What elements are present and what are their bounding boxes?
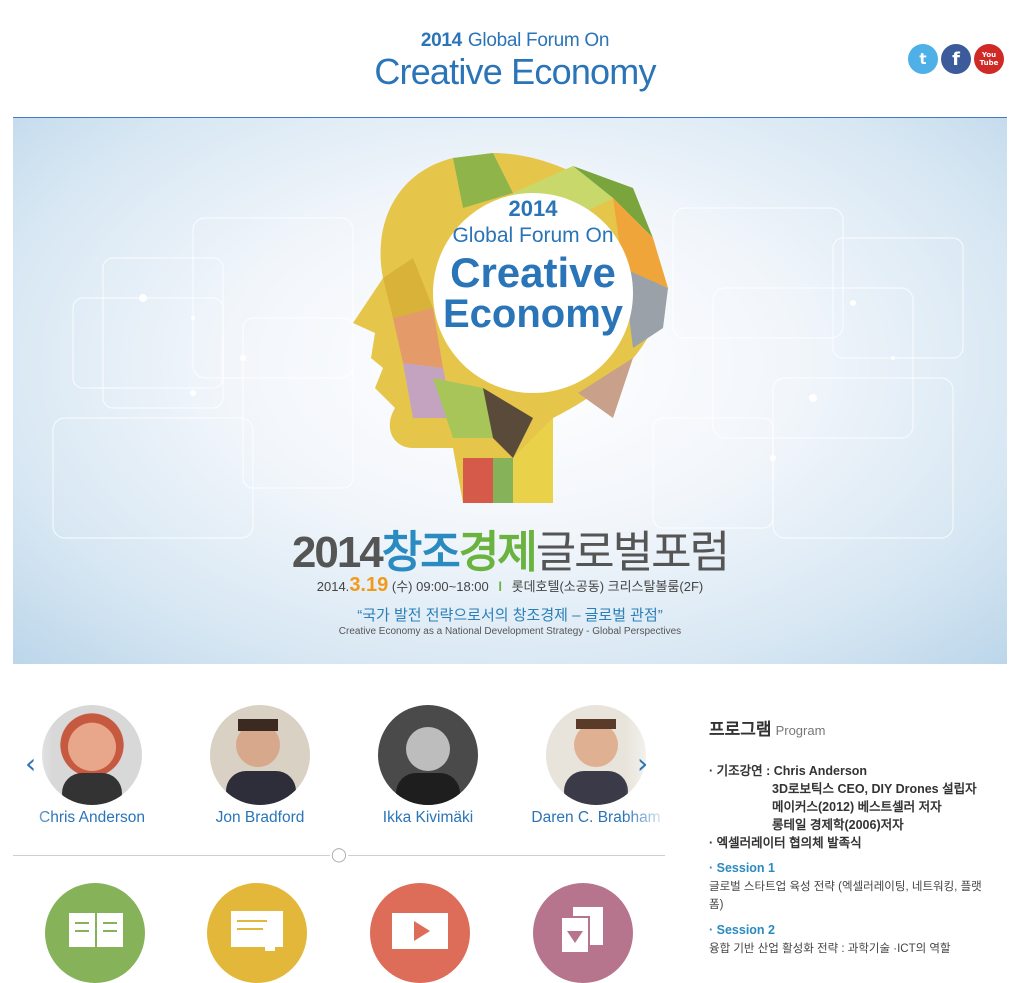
twitter-icon[interactable]: t: [908, 44, 938, 74]
presentation-glyph: [231, 911, 283, 951]
keynote-line: 롱테일 경제학(2006)저자: [772, 818, 904, 832]
video-icon[interactable]: [370, 883, 470, 983]
facebook-icon[interactable]: f: [941, 44, 971, 74]
main-banner[interactable]: 2014 Global Forum On Creative Economy 20…: [13, 118, 1007, 664]
program-panel: 프로그램 Program · 기조강연 : Chris Anderson 3D로보…: [709, 715, 1009, 958]
carousel-next-arrow-icon[interactable]: ›: [637, 747, 648, 780]
speaker-portrait: [62, 723, 122, 805]
session-desc: 융합 기반 산업 활성화 전략 : 과학기술 ·ICT의 역할: [709, 943, 951, 955]
youtube-icon[interactable]: You Tube: [974, 44, 1004, 74]
program-title: 프로그램 Program: [709, 720, 826, 739]
download-icon[interactable]: [533, 883, 633, 983]
banner-head-line3: Economy: [442, 292, 624, 336]
social-links: t f You Tube: [905, 44, 1004, 74]
banner-quote: “국가 발전 전략으로서의 창조경제 – 글로벌 관점”: [357, 607, 663, 624]
speaker-name: Ikka Kivimäki: [382, 809, 474, 826]
keynote-label: · 기조강연 : Chris Anderson: [709, 764, 868, 778]
session-desc: 글로벌 스타트업 육성 전략 (엑셀러레이팅, 네트워킹, 플랫폼): [709, 881, 982, 911]
speaker-photo: [378, 705, 478, 805]
speaker-portrait: [396, 727, 460, 805]
download-glyph: [560, 907, 603, 954]
session-title[interactable]: · Session 1: [709, 859, 1009, 878]
banner-subtitle: Creative Economy as a National Developme…: [338, 626, 682, 637]
banner-head-year: 2014: [508, 196, 558, 221]
banner-date: 2014.3.19 (수) 09:00~18:00 l 롯데호텔(소공동) 크리…: [316, 574, 704, 596]
session-title[interactable]: · Session 2: [709, 921, 1009, 940]
logo-line2: Creative Economy: [374, 51, 656, 92]
speaker-card[interactable]: Ikka Kivimäki: [353, 705, 503, 827]
book-glyph: [69, 913, 123, 947]
accelerator-item: · 엑셀러레이터 협의체 발족식: [709, 836, 862, 850]
keynote-line: 메이커스(2012) 베스트셀러 저자: [772, 800, 942, 814]
site-header: 2014 Global Forum On Creative Economy t f…: [0, 0, 1020, 118]
speaker-photo: [42, 705, 142, 805]
speaker-name: Jon Bradford: [215, 809, 305, 826]
speaker-photo: [210, 705, 310, 805]
logo-line1: 2014 Global Forum On: [420, 30, 610, 51]
speaker-card[interactable]: Jon Bradford: [185, 705, 335, 827]
banner-title: 2014창조경제글로벌포럼: [291, 528, 730, 577]
video-glyph: [392, 913, 448, 949]
presentation-icon[interactable]: [207, 883, 307, 983]
book-icon[interactable]: [45, 883, 145, 983]
keynote-line: 3D로보틱스 CEO, DIY Drones 설립자: [772, 782, 977, 796]
speaker-portrait: [226, 719, 296, 805]
lightbulb-icon: ◯: [330, 845, 348, 865]
banner-head-line1: Global Forum On: [452, 224, 614, 247]
carousel-prev-arrow-icon[interactable]: ‹: [25, 747, 36, 780]
speaker-carousel: Chris Anderson Jon Bradford Ikka Kivimäk…: [13, 685, 665, 845]
banner-head-line2: Creative: [450, 249, 616, 296]
site-logo[interactable]: 2014 Global Forum On Creative Economy: [370, 30, 660, 92]
